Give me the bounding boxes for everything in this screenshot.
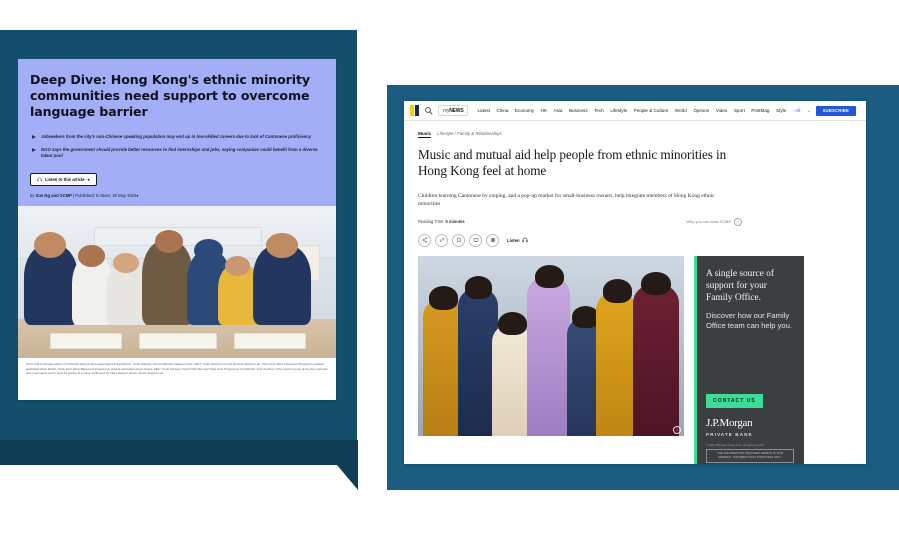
search-icon[interactable] [424,106,433,115]
jpmorgan-logo-subtitle: PRIVATE BANK [706,431,753,437]
listen-to-article-button[interactable]: Listen to this article ▾ [30,172,97,186]
reading-time: Reading Time: 5 minutes [418,219,465,224]
article-meta-row: Reading Time: 5 minutes Why you can trus… [418,217,742,226]
breadcrumb-path[interactable]: Lifestyle / Family & Relationships [437,131,501,136]
listen-audio-button[interactable]: Listen [507,237,528,243]
nav-item-tech[interactable]: Tech [594,108,604,113]
byline-author[interactable]: Sue Ng and SCMP [36,193,72,198]
trust-notice[interactable]: Why you can trust SCMP ? [686,217,742,226]
nav-item-people-culture[interactable]: People & Culture [634,108,669,113]
list-item: NGO says the government should provide b… [30,147,324,159]
deep-dive-header: Deep Dive: Hong Kong's ethnic minority c… [18,59,336,206]
scmp-browser-window[interactable]: myNEWS Latest China Economy HK Asia Busi… [404,101,866,464]
ad-accent-bar [694,255,697,464]
list-item: Jobseekers from the city's non-Chinese s… [30,134,324,140]
deep-dive-byline: by Sue Ng and SCMP | Published: 6:45am, … [30,193,324,198]
ad-disclaimer: THE INFORMATION PROVIDED HEREIN IS FOR G… [706,448,794,463]
breadcrumb-section[interactable]: Music [418,131,432,138]
chevron-down-icon[interactable]: ⌄ [807,108,811,114]
nav-links: Latest China Economy HK Asia Business Te… [477,108,810,114]
share-icon[interactable] [418,233,431,247]
deep-dive-title: Deep Dive: Hong Kong's ethnic minority c… [30,72,311,119]
nav-item-world[interactable]: World [675,108,687,113]
nav-item-asia[interactable]: Asia [554,108,563,113]
mynews-news-label: NEWS [449,107,464,114]
subscribe-button[interactable]: SUBSCRIBE [815,105,857,116]
nav-item-economy[interactable]: Economy [515,108,534,113]
listen-label: Listen [507,237,520,243]
mynews-button[interactable]: myNEWS [438,105,469,116]
breadcrumb: Music Lifestyle / Family & Relationships [418,131,852,138]
deep-dive-article-card[interactable]: Deep Dive: Hong Kong's ethnic minority c… [18,59,336,400]
headphones-icon [522,237,528,243]
ad-subhead: Discover how our Family Office team can … [706,310,792,330]
nav-item-all[interactable]: - All [793,108,801,113]
ad-headline: A single source of support for your Fami… [706,268,774,303]
byline-published: | Published: 6:45am, 20 May 2024 [71,192,137,198]
deep-dive-photo [18,205,336,359]
article-hero-row: i A single source of support for your Fa… [418,255,852,464]
left-card-shadow-dark [0,440,357,465]
composition-stage: Deep Dive: Hong Kong's ethnic minority c… [0,0,899,539]
ad-copyright: © 2024 JPMorgan Chase & Co. All rights r… [706,443,764,447]
nav-item-lifestyle[interactable]: Lifestyle [610,108,627,113]
nav-item-opinion[interactable]: Opinion [693,108,709,113]
nav-item-hk[interactable]: HK [541,108,547,113]
byline-chevron-icon: ▾ [136,192,139,198]
chevron-down-icon: ▾ [87,176,90,182]
hero-image: i [418,255,684,436]
nav-item-china[interactable]: China [496,108,508,113]
nav-item-style[interactable]: Style [776,108,786,113]
bookmark-icon[interactable] [452,233,465,247]
reading-time-label: Reading Time: [418,219,445,225]
share-toolbar: Listen [418,233,852,247]
scmp-logo-icon[interactable] [410,105,419,116]
contact-us-button[interactable]: CONTACT US [706,393,763,408]
trust-label: Why you can trust SCMP [686,219,731,225]
nav-item-business[interactable]: Business [569,108,588,113]
site-navigation-bar: myNEWS Latest China Economy HK Asia Busi… [404,101,866,121]
listen-button-label: Listen to this article [45,176,85,182]
image-credit-icon[interactable]: i [673,425,681,434]
page-title: Music and mutual aid help people from et… [418,147,727,179]
deep-dive-bullet-list: Jobseekers from the city's non-Chinese s… [30,134,324,160]
link-icon[interactable] [435,233,448,247]
photo-illustration: i [418,255,684,436]
nav-item-sport[interactable]: Sport [734,108,745,113]
jpmorgan-advertisement[interactable]: A single source of support for your Fami… [694,255,804,464]
comment-icon[interactable] [469,233,482,247]
nav-item-postmag[interactable]: PostMag [751,108,769,113]
reading-time-value: 5 minutes [445,219,465,225]
article-standfirst: Children learning Cantonese by singing, … [418,192,715,208]
jpmorgan-logo: J.P.Morgan [706,416,753,429]
deep-dive-photo-caption: (From left) Corporate Affairs of Prudent… [26,362,328,375]
nav-item-video[interactable]: Video [716,108,728,113]
print-icon[interactable] [486,233,499,247]
photo-illustration [18,205,336,359]
question-mark-icon[interactable]: ? [734,217,742,226]
article-body: Music Lifestyle / Family & Relationships… [404,121,866,464]
nav-item-latest[interactable]: Latest [477,108,490,113]
headphones-icon [37,177,42,181]
